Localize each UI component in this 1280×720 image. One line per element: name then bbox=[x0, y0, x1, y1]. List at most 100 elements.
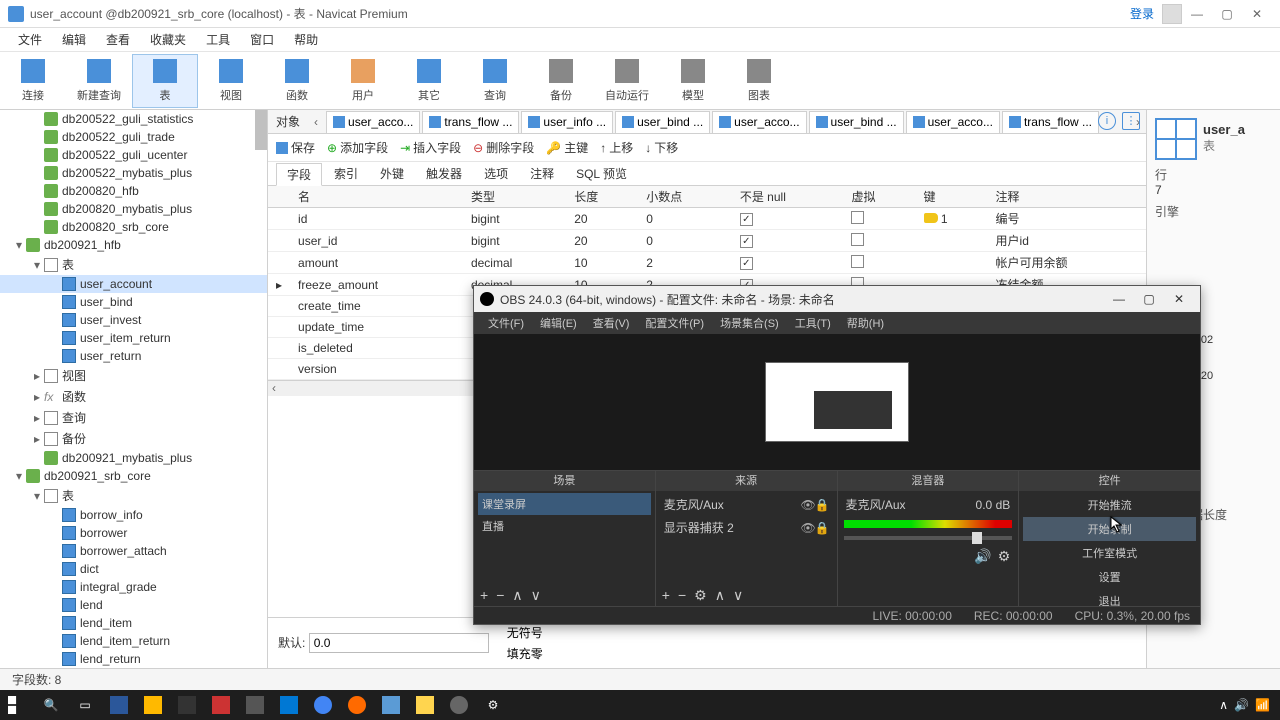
mute-icon[interactable]: 🔊 bbox=[974, 548, 991, 565]
tree-item[interactable]: db200820_hfb bbox=[0, 182, 267, 200]
move-up-button[interactable]: ↑ 上移 bbox=[600, 139, 633, 156]
taskbar-app[interactable] bbox=[170, 690, 204, 720]
tool-函数[interactable]: 函数 bbox=[264, 55, 330, 107]
close-button[interactable]: ✕ bbox=[1242, 7, 1272, 21]
unsigned-checkbox[interactable]: 无符号 bbox=[503, 624, 543, 641]
zerofill-checkbox[interactable]: 填充零 bbox=[503, 645, 543, 662]
subtab[interactable]: 选项 bbox=[474, 163, 518, 184]
add-field-button[interactable]: ⊕添加字段 bbox=[327, 139, 388, 156]
menu-item[interactable]: 工具 bbox=[196, 31, 240, 48]
delete-field-button[interactable]: ⊖删除字段 bbox=[473, 139, 534, 156]
taskview-icon[interactable]: ▭ bbox=[68, 690, 102, 720]
obs-menu-item[interactable]: 配置文件(P) bbox=[637, 315, 712, 331]
tool-视图[interactable]: 视图 bbox=[198, 55, 264, 107]
obs-minimize[interactable]: — bbox=[1104, 292, 1134, 306]
sidebar-tree[interactable]: db200522_guli_statisticsdb200522_guli_tr… bbox=[0, 110, 268, 668]
tree-item[interactable]: borrow_info bbox=[0, 506, 267, 524]
tool-用户[interactable]: 用户 bbox=[330, 55, 396, 107]
tool-模型[interactable]: 模型 bbox=[660, 55, 726, 107]
tool-备份[interactable]: 备份 bbox=[528, 55, 594, 107]
tree-item[interactable]: user_return bbox=[0, 347, 267, 365]
obs-menu-item[interactable]: 查看(V) bbox=[585, 315, 638, 331]
obs-close[interactable]: ✕ bbox=[1164, 292, 1194, 306]
editor-tab[interactable]: user_acco... bbox=[906, 111, 1000, 133]
taskbar-app[interactable] bbox=[204, 690, 238, 720]
tree-item[interactable]: ▸fx函数 bbox=[0, 386, 267, 407]
default-value-input[interactable] bbox=[309, 633, 489, 653]
menu-item[interactable]: 文件 bbox=[8, 31, 52, 48]
taskbar-app[interactable] bbox=[306, 690, 340, 720]
scrollbar-thumb[interactable] bbox=[255, 110, 267, 150]
taskbar-app[interactable] bbox=[102, 690, 136, 720]
tool-其它[interactable]: 其它 bbox=[396, 55, 462, 107]
taskbar-app[interactable] bbox=[374, 690, 408, 720]
obs-control-button[interactable]: 设置 bbox=[1023, 565, 1196, 589]
tool-自动运行[interactable]: 自动运行 bbox=[594, 55, 660, 107]
scene-item[interactable]: 课堂录屏 bbox=[478, 493, 651, 515]
tree-item[interactable]: ▸查询 bbox=[0, 407, 267, 428]
tree-item[interactable]: ▸备份 bbox=[0, 428, 267, 449]
menu-item[interactable]: 收藏夹 bbox=[140, 31, 196, 48]
taskbar-app[interactable] bbox=[272, 690, 306, 720]
volume-slider[interactable] bbox=[844, 536, 1013, 540]
taskbar-app[interactable] bbox=[136, 690, 170, 720]
object-tab[interactable]: 对象 bbox=[268, 113, 308, 130]
editor-tab[interactable]: trans_flow ... bbox=[422, 111, 519, 133]
editor-tab[interactable]: user_bind ... bbox=[809, 111, 904, 133]
taskbar-app[interactable] bbox=[238, 690, 272, 720]
add-source-icon[interactable]: + bbox=[662, 587, 670, 603]
taskbar-app[interactable] bbox=[408, 690, 442, 720]
tree-item[interactable]: ▾db200921_hfb bbox=[0, 236, 267, 254]
tree-item[interactable]: lend_item_return bbox=[0, 632, 267, 650]
menu-item[interactable]: 窗口 bbox=[240, 31, 284, 48]
tree-item[interactable]: db200522_guli_statistics bbox=[0, 110, 267, 128]
obs-menu-item[interactable]: 帮助(H) bbox=[839, 315, 892, 331]
avatar-icon[interactable] bbox=[1162, 4, 1182, 24]
tool-连接[interactable]: 连接 bbox=[0, 55, 66, 107]
taskbar-app[interactable]: ⚙ bbox=[476, 690, 510, 720]
scene-item[interactable]: 直播 bbox=[478, 515, 651, 537]
subtab[interactable]: SQL 预览 bbox=[566, 163, 637, 184]
editor-tab[interactable]: trans_flow ... bbox=[1002, 111, 1099, 133]
tree-item[interactable]: user_item_return bbox=[0, 329, 267, 347]
system-tray[interactable]: ∧🔊📶 bbox=[1219, 698, 1280, 712]
tree-item[interactable]: db200522_guli_trade bbox=[0, 128, 267, 146]
tree-item[interactable]: db200820_srb_core bbox=[0, 218, 267, 236]
tree-item[interactable]: lend_return bbox=[0, 650, 267, 668]
tree-item[interactable]: borrower_attach bbox=[0, 542, 267, 560]
info-icon[interactable]: i bbox=[1098, 112, 1116, 130]
tree-item[interactable]: user_bind bbox=[0, 293, 267, 311]
taskbar-app[interactable] bbox=[340, 690, 374, 720]
field-row[interactable]: amountdecimal102✓帐户可用余额 bbox=[268, 252, 1146, 274]
tree-item[interactable]: ▾db200921_srb_core bbox=[0, 467, 267, 485]
tool-查询[interactable]: 查询 bbox=[462, 55, 528, 107]
tree-item[interactable]: dict bbox=[0, 560, 267, 578]
tree-item[interactable]: user_account bbox=[0, 275, 267, 293]
menu-item[interactable]: 编辑 bbox=[52, 31, 96, 48]
tree-item[interactable]: ▾表 bbox=[0, 485, 267, 506]
tree-item[interactable]: db200820_mybatis_plus bbox=[0, 200, 267, 218]
tree-item[interactable]: lend_item bbox=[0, 614, 267, 632]
obs-preview[interactable] bbox=[474, 334, 1200, 470]
obs-menu-item[interactable]: 编辑(E) bbox=[532, 315, 585, 331]
subtab[interactable]: 外键 bbox=[370, 163, 414, 184]
editor-tab[interactable]: user_info ... bbox=[521, 111, 613, 133]
editor-tab[interactable]: user_bind ... bbox=[615, 111, 710, 133]
login-link[interactable]: 登录 bbox=[1130, 5, 1154, 22]
source-down-icon[interactable]: ∨ bbox=[733, 587, 743, 604]
menu-item[interactable]: 查看 bbox=[96, 31, 140, 48]
tree-item[interactable]: integral_grade bbox=[0, 578, 267, 596]
source-settings-icon[interactable]: ⚙ bbox=[694, 587, 707, 604]
maximize-button[interactable]: ▢ bbox=[1212, 7, 1242, 21]
menu-item[interactable]: 帮助 bbox=[284, 31, 328, 48]
tree-item[interactable]: db200921_mybatis_plus bbox=[0, 449, 267, 467]
subtab[interactable]: 注释 bbox=[520, 163, 564, 184]
taskbar[interactable]: 🔍 ▭ ⚙ ∧🔊📶 bbox=[0, 690, 1280, 720]
tree-item[interactable]: db200522_mybatis_plus bbox=[0, 164, 267, 182]
minimize-button[interactable]: — bbox=[1182, 7, 1212, 21]
subtab[interactable]: 索引 bbox=[324, 163, 368, 184]
scene-down-icon[interactable]: ∨ bbox=[531, 587, 541, 604]
save-button[interactable]: 保存 bbox=[276, 139, 315, 156]
insert-field-button[interactable]: ⇥插入字段 bbox=[400, 139, 461, 156]
obs-menu-item[interactable]: 场景集合(S) bbox=[712, 315, 787, 331]
